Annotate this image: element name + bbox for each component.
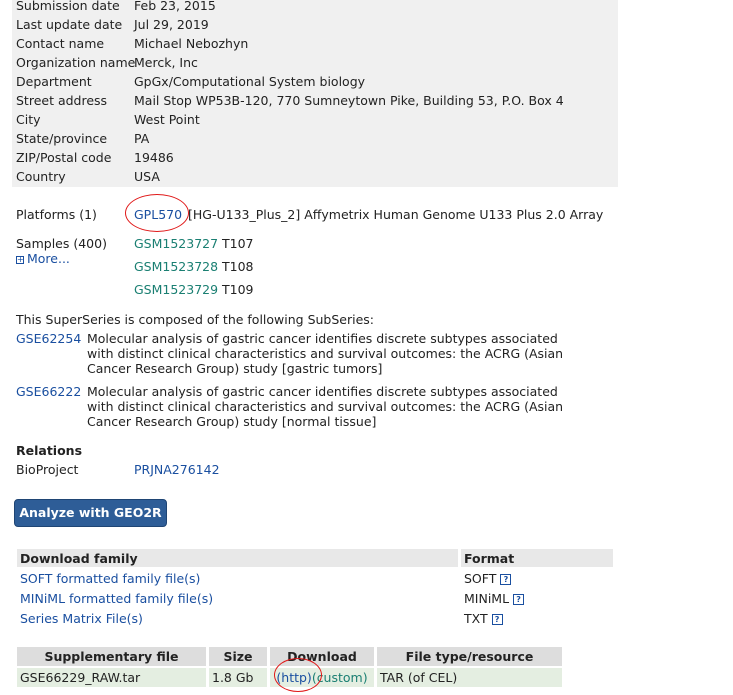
subseries-description: Molecular analysis of gastric cancer ide… — [87, 331, 564, 376]
format-value: SOFT — [464, 570, 497, 586]
info-value: GpGx/Computational System biology — [134, 74, 366, 89]
info-label: Country — [16, 169, 66, 184]
info-label: Organization name — [16, 55, 136, 70]
relations-heading: Relations — [16, 443, 83, 458]
table-row: Series Matrix File(s) TXT? — [17, 609, 613, 627]
info-label: Street address — [16, 93, 108, 108]
file-size: 1.8 Gb — [209, 668, 267, 687]
help-icon[interactable]: ? — [500, 573, 512, 585]
sample-name: T108 — [222, 259, 254, 274]
format-value: TXT — [464, 610, 488, 626]
superseries-intro: This SuperSeries is composed of the foll… — [16, 312, 375, 327]
table-header-row: Supplementary file Size Download File ty… — [17, 647, 562, 666]
supplementary-file-header: Supplementary file — [17, 647, 206, 666]
bioproject-label: BioProject — [16, 462, 79, 477]
samples-more-link[interactable]: + More... — [16, 251, 70, 266]
sample-link[interactable]: GSM1523727 — [134, 236, 218, 251]
info-label: Department — [16, 74, 92, 89]
table-row: GSE66229_RAW.tar 1.8 Gb (http)(custom) T… — [17, 668, 562, 687]
platform-description: [HG-U133_Plus_2] Affymetrix Human Genome… — [188, 207, 604, 222]
info-value: PA — [134, 131, 150, 146]
plus-icon: + — [16, 254, 24, 264]
supplementary-table: Supplementary file Size Download File ty… — [14, 645, 565, 689]
http-download-link[interactable]: (http) — [276, 670, 311, 685]
help-icon[interactable]: ? — [491, 613, 503, 625]
help-icon[interactable]: ? — [513, 593, 525, 605]
info-label: ZIP/Postal code — [16, 150, 112, 165]
analyze-geo2r-button[interactable]: Analyze with GEO2R — [14, 499, 167, 527]
series-matrix-link[interactable]: Series Matrix File(s) — [20, 611, 143, 626]
file-type: TAR (of CEL) — [377, 668, 562, 687]
file-name: GSE66229_RAW.tar — [17, 668, 206, 687]
subseries-description: Molecular analysis of gastric cancer ide… — [87, 384, 564, 429]
more-label: More... — [27, 251, 70, 266]
info-value: Mail Stop WP53B-120, 770 Sumneytown Pike… — [134, 93, 564, 108]
sample-name: T109 — [222, 282, 254, 297]
file-type-header: File type/resource — [377, 647, 562, 666]
info-label: Last update date — [16, 17, 123, 32]
sample-link[interactable]: GSM1523728 — [134, 259, 218, 274]
soft-family-link[interactable]: SOFT formatted family file(s) — [20, 571, 200, 586]
info-value: Michael Nebozhyn — [134, 36, 249, 51]
download-family-table: Download family Format SOFT formatted fa… — [14, 547, 616, 629]
platform-link[interactable]: GPL570 — [134, 207, 182, 222]
table-row: MINiML formatted family file(s) MINiML? — [17, 589, 613, 607]
info-value: Feb 23, 2015 — [134, 0, 216, 13]
bioproject-link[interactable]: PRJNA276142 — [134, 462, 220, 477]
table-header-row: Download family Format — [17, 549, 613, 567]
info-label: Contact name — [16, 36, 105, 51]
format-value: MINiML — [464, 590, 510, 606]
info-label: Submission date — [16, 0, 120, 13]
info-label: City — [16, 112, 41, 127]
subseries-link[interactable]: GSE66222 — [16, 384, 81, 399]
info-value: West Point — [134, 112, 200, 127]
platforms-label: Platforms (1) — [16, 207, 97, 222]
info-label: State/province — [16, 131, 108, 146]
miniml-family-link[interactable]: MINiML formatted family file(s) — [20, 591, 213, 606]
samples-label: Samples (400) — [16, 236, 107, 251]
subseries-link[interactable]: GSE62254 — [16, 331, 81, 346]
info-value: 19486 — [134, 150, 174, 165]
table-row: SOFT formatted family file(s) SOFT? — [17, 569, 613, 587]
download-family-header: Download family — [17, 549, 458, 567]
sample-link[interactable]: GSM1523729 — [134, 282, 218, 297]
custom-download-link[interactable]: (custom) — [312, 670, 368, 685]
info-value: Jul 29, 2019 — [134, 17, 209, 32]
download-header: Download — [270, 647, 374, 666]
info-value: Merck, Inc — [134, 55, 198, 70]
size-header: Size — [209, 647, 267, 666]
sample-name: T107 — [222, 236, 254, 251]
format-header: Format — [461, 549, 613, 567]
info-value: USA — [134, 169, 160, 184]
